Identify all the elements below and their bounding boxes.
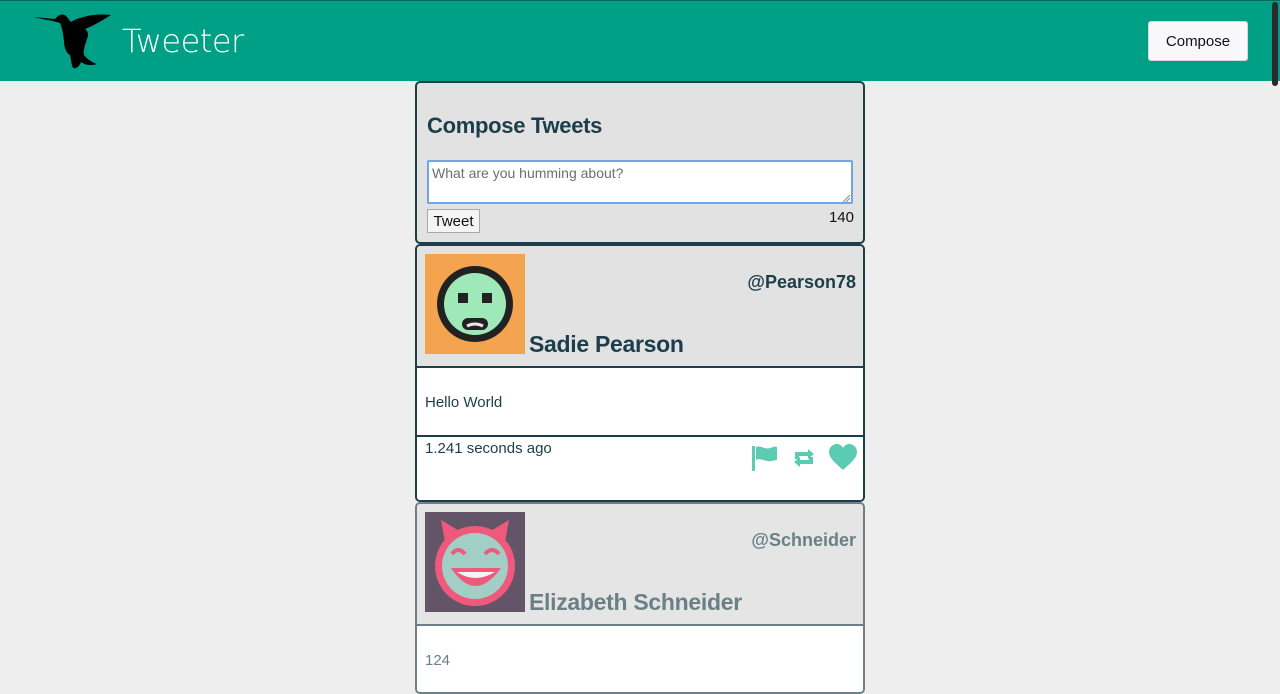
compose-button[interactable]: Compose bbox=[1148, 21, 1248, 61]
hummingbird-icon bbox=[33, 14, 111, 69]
tweet-submit-button[interactable]: Tweet bbox=[427, 209, 480, 233]
compose-tweet-panel: Compose Tweets Tweet 140 bbox=[415, 81, 865, 244]
laughing-devil-avatar bbox=[425, 512, 525, 612]
green-face-avatar bbox=[425, 254, 525, 354]
top-nav: Tweeter Compose bbox=[0, 0, 1280, 81]
brand-title: Tweeter bbox=[122, 22, 244, 60]
tweet-author-name: Elizabeth Schneider bbox=[529, 589, 742, 615]
tweet-footer: 1.241 seconds ago bbox=[417, 437, 863, 500]
tweet-input[interactable] bbox=[427, 160, 853, 204]
tweet-author-name: Sadie Pearson bbox=[529, 331, 684, 357]
tweet-text: 124 bbox=[425, 652, 451, 669]
tweet-body: 124 bbox=[417, 626, 863, 692]
retweet-icon[interactable] bbox=[789, 443, 819, 473]
tweet-body: Hello World bbox=[417, 368, 863, 437]
tweet-handle: @Schneider bbox=[751, 530, 856, 550]
char-counter: 140 bbox=[828, 209, 854, 226]
tweet-header: @Pearson78 Sadie Pearson bbox=[417, 246, 863, 368]
flag-icon[interactable] bbox=[749, 443, 779, 473]
scrollbar-thumb[interactable] bbox=[1272, 2, 1278, 86]
tweet-card: @Schneider Elizabeth Schneider 124 bbox=[415, 502, 865, 694]
tweet-timestamp: 1.241 seconds ago bbox=[425, 440, 552, 457]
tweet-header: @Schneider Elizabeth Schneider bbox=[417, 504, 863, 626]
resize-grip-icon[interactable] bbox=[841, 193, 851, 203]
tweet-card: @Pearson78 Sadie Pearson Hello World 1.2… bbox=[415, 244, 865, 502]
page-scrollbar[interactable] bbox=[1269, 0, 1280, 689]
heart-icon[interactable] bbox=[828, 443, 858, 473]
compose-title: Compose Tweets bbox=[427, 113, 603, 138]
tweet-text: Hello World bbox=[425, 394, 503, 411]
tweet-handle: @Pearson78 bbox=[747, 272, 856, 292]
